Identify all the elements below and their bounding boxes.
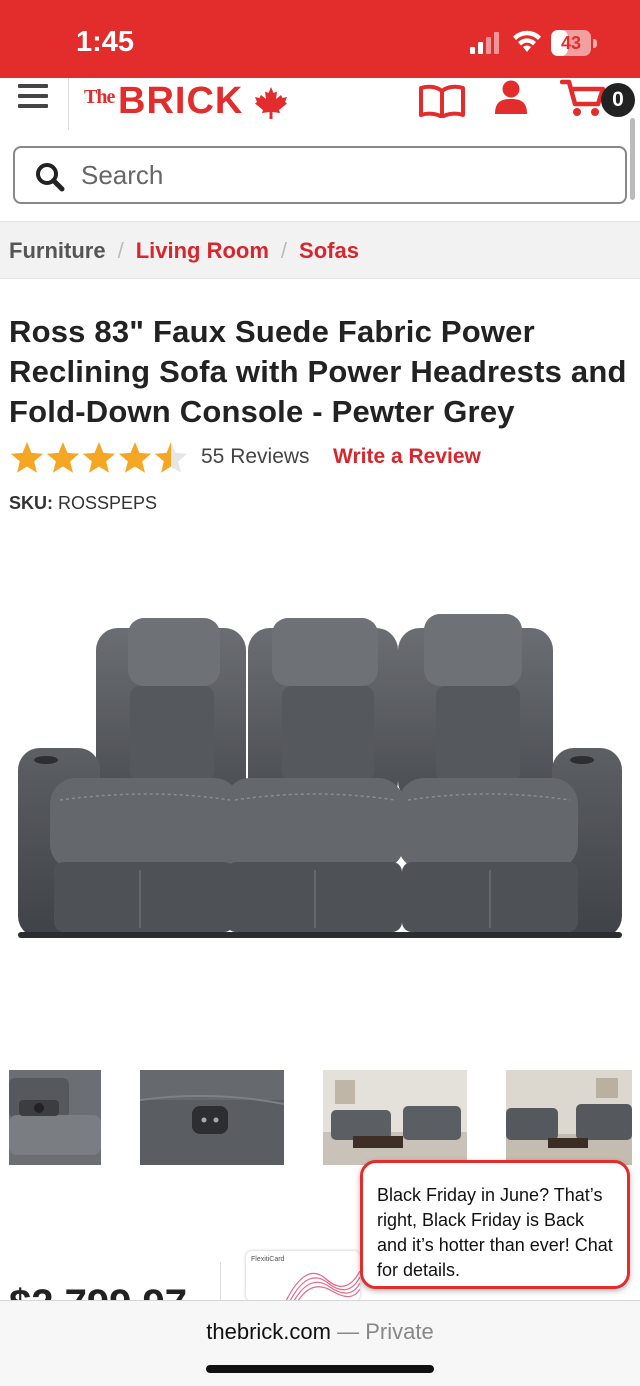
product-thumbnail[interactable] [140, 1070, 284, 1165]
thumbnail-image [140, 1070, 284, 1165]
star-icon [10, 442, 44, 473]
search-icon[interactable] [35, 162, 65, 192]
sku-label: SKU: [9, 493, 53, 513]
status-time: 1:45 [76, 26, 135, 58]
breadcrumb-separator: / [280, 238, 288, 263]
battery-icon: 43 [551, 30, 597, 56]
site-header: The BRICK [0, 78, 640, 140]
breadcrumb-bar: Furniture / Living Room / Sofas [0, 221, 640, 279]
product-thumbnail[interactable] [9, 1070, 101, 1165]
cellular-signal-icon [470, 32, 499, 54]
breadcrumb-separator: / [117, 238, 124, 263]
rating-row: 55 Reviews Write a Review [9, 440, 629, 476]
write-review-link[interactable]: Write a Review [333, 445, 481, 469]
url-domain: thebrick.com [206, 1319, 331, 1344]
breadcrumb-living-room[interactable]: Living Room [136, 238, 269, 263]
sku: SKU: ROSSPEPS [9, 493, 157, 514]
url-display[interactable]: thebrick.com — Private [0, 1319, 640, 1345]
product-thumbnail[interactable] [323, 1070, 467, 1165]
logo-brick-text: BRICK [118, 80, 244, 122]
header-divider [68, 78, 69, 130]
hamburger-menu-icon[interactable] [18, 84, 48, 110]
product-main-image[interactable] [10, 600, 630, 950]
page-scrollbar[interactable] [630, 118, 635, 200]
thumbnail-image [323, 1070, 467, 1165]
wifi-icon [513, 30, 541, 52]
cart-count-badge[interactable]: 0 [601, 83, 635, 117]
status-bar: 1:45 43 [0, 0, 640, 78]
star-icon [118, 442, 152, 473]
thumbnail-image [506, 1070, 632, 1165]
battery-level: 43 [560, 33, 582, 53]
breadcrumb-furniture[interactable]: Furniture [9, 238, 106, 263]
product-thumbnail[interactable] [506, 1070, 632, 1165]
sku-value: ROSSPEPS [58, 493, 158, 513]
logo-the-text: The [84, 86, 115, 108]
price-divider [220, 1262, 221, 1300]
chat-promo-bubble[interactable]: Black Friday in June? That’s right, Blac… [360, 1160, 630, 1289]
product-title: Ross 83" Faux Suede Fabric Power Reclini… [9, 314, 627, 429]
breadcrumb: Furniture / Living Room / Sofas [9, 238, 359, 264]
thumbnail-image [9, 1070, 101, 1165]
flexiti-card-art [285, 1270, 360, 1301]
private-mode-label: Private [365, 1319, 434, 1344]
star-icon [154, 442, 188, 473]
product-price: $2,799.97 [9, 1280, 187, 1302]
url-separator: — [337, 1319, 360, 1344]
the-brick-logo[interactable]: The BRICK [84, 80, 294, 124]
catalogue-book-icon[interactable] [418, 84, 466, 118]
search-box[interactable] [13, 146, 627, 204]
star-icon [46, 442, 80, 473]
home-indicator[interactable] [206, 1365, 434, 1373]
star-icon [82, 442, 116, 473]
user-account-icon[interactable] [494, 80, 528, 116]
browser-address-bar[interactable]: thebrick.com — Private [0, 1300, 640, 1386]
search-input[interactable] [81, 156, 601, 194]
review-count-link[interactable]: 55 Reviews [201, 445, 310, 469]
breadcrumb-sofas[interactable]: Sofas [299, 238, 359, 263]
flexiti-card-image[interactable]: FlexitiCard [246, 1251, 360, 1301]
star-rating[interactable] [9, 440, 189, 476]
maple-leaf-icon [255, 87, 287, 119]
